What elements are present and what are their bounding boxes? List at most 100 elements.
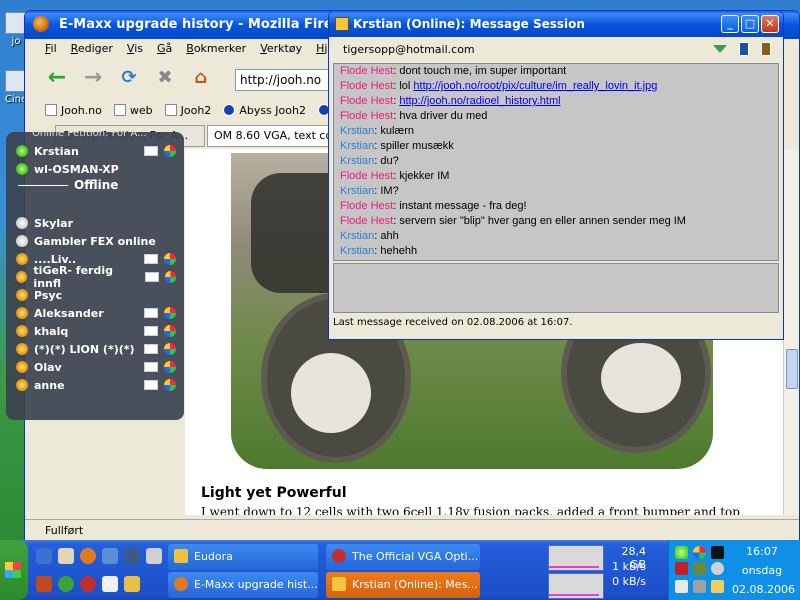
account-email: tigersopp@hotmail.com — [343, 42, 475, 56]
minimize-button[interactable]: _ — [721, 15, 739, 33]
bookmark-abyss-jooh2[interactable]: Abyss Jooh2 — [223, 104, 306, 117]
chat-titlebar[interactable]: Krstian (Online): Message Session _ □ ✕ — [329, 11, 783, 37]
task-label: Krstian (Online): Mes... — [352, 578, 478, 591]
offline-group-header[interactable]: Offline — [18, 178, 118, 192]
task-chat[interactable]: Krstian (Online): Mes... — [326, 572, 480, 598]
tray-status-icon[interactable] — [675, 546, 688, 559]
message-text: hva driver du med — [399, 110, 488, 122]
status-away-icon — [16, 361, 28, 373]
menu-verktoy[interactable]: Verktøy — [260, 42, 302, 59]
bookmark-jooh2[interactable]: Jooh2 — [164, 104, 211, 117]
disk-meter — [548, 545, 604, 571]
bookmark-web[interactable]: web — [113, 103, 153, 117]
tray-icon[interactable] — [675, 562, 688, 575]
dropdown-triangle-icon[interactable] — [713, 45, 727, 53]
forward-arrow-icon[interactable]: → — [79, 63, 107, 91]
menu-vis[interactable]: Vis — [127, 42, 143, 59]
tray-icon[interactable] — [711, 562, 724, 575]
message-sender: Flode Hest — [340, 170, 394, 182]
contact-item[interactable]: Olav — [16, 358, 176, 376]
firefox-title: E-Maxx upgrade history - Mozilla Firefox — [59, 17, 356, 32]
menu-bokmerker[interactable]: Bokmerker — [186, 42, 246, 59]
task-label: Eudora — [194, 550, 233, 563]
stop-icon[interactable]: ✖ — [151, 63, 179, 91]
message-sender: Krstian — [340, 140, 375, 152]
clock-time[interactable]: 16:07 — [732, 545, 792, 558]
firefox-quicklaunch-icon[interactable] — [80, 548, 96, 564]
chat-title: Krstian (Online): Message Session — [353, 17, 585, 31]
message-text: servern sier "blip" hver gang en eller a… — [399, 215, 686, 227]
tray-volume-icon[interactable] — [693, 580, 706, 593]
vertical-scrollbar[interactable] — [783, 149, 799, 515]
quicklaunch-icon[interactable] — [102, 576, 118, 592]
status-away-icon — [16, 253, 28, 265]
chat-message: Krstian: spiller musækk — [340, 139, 772, 154]
quicklaunch-icon[interactable] — [58, 576, 74, 592]
bookmark-jooh[interactable]: Jooh.no — [45, 104, 102, 117]
tray-icon[interactable] — [711, 546, 724, 559]
mail-icon — [144, 146, 158, 156]
chat-message: Flode Hest: instant message - fra deg! — [340, 199, 772, 214]
task-vga[interactable]: The Official VGA Opti... — [326, 544, 480, 570]
home-icon[interactable]: ⌂ — [187, 63, 215, 91]
menu-fil[interactable]: Fil — [45, 42, 57, 59]
tray-msn-icon[interactable] — [693, 546, 706, 559]
contact-item[interactable]: wl-OSMAN-XP — [16, 160, 176, 178]
chat-message: Krstian: IM? — [340, 184, 772, 199]
msn-butterfly-icon — [164, 145, 176, 157]
book-icon[interactable] — [761, 42, 771, 56]
status-text: Fullført — [45, 524, 84, 537]
quicklaunch-icon[interactable] — [102, 548, 118, 564]
contact-item[interactable]: Psyc — [16, 286, 176, 304]
contact-name: Aleksander — [34, 306, 104, 320]
contact-item[interactable]: Gambler FEX online — [16, 232, 176, 250]
scrollbar-thumb[interactable] — [786, 349, 798, 389]
tray-icon[interactable] — [675, 580, 688, 593]
address-text: http://jooh.no — [240, 73, 322, 87]
mail-icon — [144, 308, 158, 318]
message-link[interactable]: http://jooh.no/radioel_history.html — [399, 95, 560, 107]
contact-name: Skylar — [34, 216, 74, 230]
menu-ga[interactable]: Gå — [157, 42, 172, 59]
quicklaunch-icon[interactable] — [36, 576, 52, 592]
message-sender: Flode Hest — [340, 215, 394, 227]
bookmark-label: web — [129, 103, 153, 117]
message-log[interactable]: Flode Hest: dont touch me, im super impo… — [333, 63, 779, 261]
message-link[interactable]: http://jooh.no/root/pix/culture/im_reall… — [413, 80, 657, 92]
phone-icon[interactable] — [739, 42, 749, 56]
contact-item[interactable]: Krstian — [16, 142, 176, 160]
show-desktop-icon[interactable] — [36, 548, 52, 564]
start-button[interactable] — [0, 540, 28, 600]
bookmark-label: Abyss Jooh2 — [239, 103, 306, 117]
menu-rediger[interactable]: Rediger — [71, 42, 113, 59]
firefox-icon — [33, 16, 49, 32]
contact-item[interactable]: tiGeR- ferdig innfl — [16, 264, 176, 290]
tray-icon[interactable] — [693, 562, 706, 575]
close-button[interactable]: ✕ — [761, 15, 779, 33]
message-input[interactable] — [333, 263, 779, 313]
folder-icon[interactable] — [124, 576, 140, 592]
contact-item[interactable]: anne — [16, 376, 176, 394]
msn-butterfly-icon — [164, 271, 176, 283]
contact-item[interactable]: khalq — [16, 322, 176, 340]
chat-message: Krstian: hehehh — [340, 244, 772, 259]
contact-item[interactable]: (*)(*) LION (*)(*) — [16, 340, 176, 358]
task-firefox[interactable]: E-Maxx upgrade hist... — [168, 572, 318, 598]
tray-icon[interactable] — [711, 580, 724, 593]
contact-item[interactable]: Skylar — [16, 214, 176, 232]
quicklaunch-icon[interactable] — [80, 576, 96, 592]
back-arrow-icon[interactable]: ← — [43, 63, 71, 91]
bookmark-page-icon — [164, 104, 177, 116]
mail-icon — [145, 272, 159, 282]
quicklaunch-icon[interactable] — [124, 548, 140, 564]
mail-icon — [144, 254, 158, 264]
message-text: lol — [399, 80, 414, 92]
quicklaunch-icon[interactable] — [146, 548, 162, 564]
task-eudora[interactable]: Eudora — [168, 544, 318, 570]
chat-message: Flode Hest: lol http://jooh.no/root/pix/… — [340, 79, 772, 94]
reload-icon[interactable]: ⟳ — [115, 63, 143, 91]
contact-item[interactable]: Aleksander — [16, 304, 176, 322]
message-text: ahh — [380, 230, 399, 242]
quicklaunch-icon[interactable] — [58, 548, 74, 564]
maximize-button[interactable]: □ — [741, 15, 759, 33]
